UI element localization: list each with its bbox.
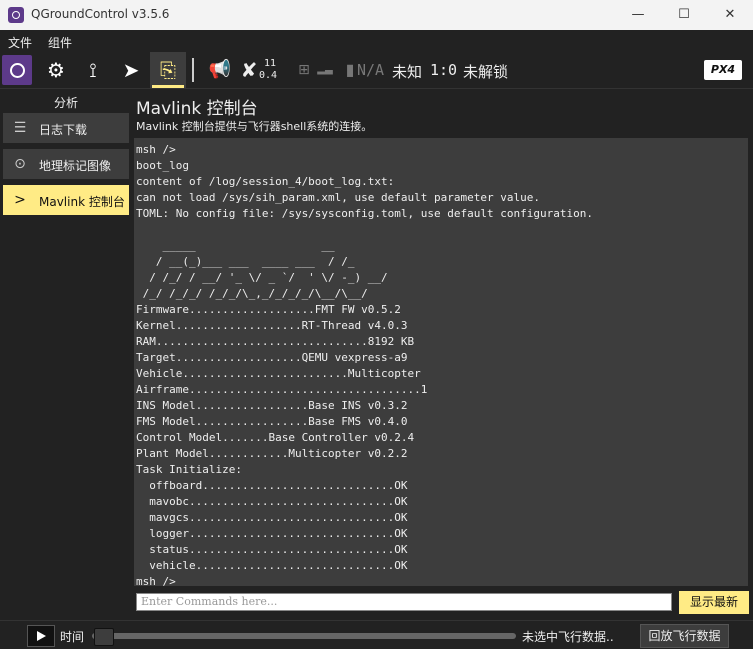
main-toolbar: ⚙ ⟟ ➤ ⎘ 📢 ✘ 11 0.4 ⊞ ▂▃ ▮ N/A 未知 1:0 未解锁… bbox=[0, 52, 753, 89]
px4-logo: PX4 bbox=[704, 60, 742, 80]
console-line: msh /> bbox=[136, 143, 176, 156]
sidebar-item-mavlink-console[interactable]: > Mavlink 控制台 bbox=[3, 185, 129, 215]
sidebar-item-label: 日志下载 bbox=[39, 123, 88, 137]
arm-state[interactable]: 未解锁 bbox=[463, 61, 508, 82]
analyze-tool-button[interactable]: ⎘ bbox=[150, 52, 186, 88]
console-line: Target...................QEMU vexpress-a… bbox=[136, 351, 408, 364]
console-line: mavgcs...............................OK bbox=[136, 511, 408, 524]
window-title: QGroundControl v3.5.6 bbox=[31, 7, 170, 21]
console-line: logger...............................OK bbox=[136, 527, 408, 540]
gps-satellite-count: 11 bbox=[264, 58, 277, 69]
analyze-document-icon: ⎘ bbox=[160, 58, 176, 82]
command-input[interactable]: Enter Commands here... bbox=[136, 593, 672, 611]
console-line: Airframe................................… bbox=[136, 383, 428, 396]
messages-megaphone-icon[interactable]: 📢 bbox=[206, 56, 234, 84]
vehicle-setup-gear-icon[interactable]: ⚙ bbox=[42, 56, 70, 84]
window-titlebar: QGroundControl v3.5.6 — ☐ ✕ bbox=[0, 0, 753, 30]
plan-route-icon[interactable]: ⟟ bbox=[79, 56, 107, 84]
menu-widgets[interactable]: 组件 bbox=[48, 34, 72, 51]
console-line: Kernel...................RT-Thread v4.0.… bbox=[136, 319, 408, 332]
battery-value: N/A bbox=[357, 61, 385, 79]
selected-indicator bbox=[152, 85, 184, 88]
console-line: can not load /sys/sih_param.xml, use def… bbox=[136, 191, 540, 204]
console-line: Vehicle.........................Multicop… bbox=[136, 367, 421, 380]
analyze-sidebar: 分析 ☰ 日志下载 ⊙ 地理标记图像 > Mavlink 控制台 bbox=[0, 89, 132, 618]
console-line: / __(_)___ ___ ____ ___ / /_ bbox=[136, 255, 355, 268]
vehicle-id: 1:0 bbox=[430, 61, 458, 79]
console-line: TOML: No config file: /sys/sysconfig.tom… bbox=[136, 207, 593, 220]
console-line: INS Model.................Base INS v0.3.… bbox=[136, 399, 408, 412]
menu-file[interactable]: 文件 bbox=[8, 34, 32, 51]
sidebar-item-geotag-images[interactable]: ⊙ 地理标记图像 bbox=[3, 149, 129, 179]
replay-flight-data-button[interactable]: 回放飞行数据 bbox=[640, 624, 729, 648]
console-line: / /_/ / __/ '_ \/ _ `/ ' \/ -_) __/ bbox=[136, 271, 388, 284]
console-line: msh /> bbox=[136, 575, 176, 586]
menu-bar: 文件 组件 bbox=[0, 30, 753, 52]
console-line: vehicle..............................OK bbox=[136, 559, 408, 572]
bottom-playback-bar: 时间 未选中飞行数据.. 回放飞行数据 bbox=[0, 620, 753, 649]
console-line: offboard.............................OK bbox=[136, 479, 408, 492]
sidebar-item-label: 地理标记图像 bbox=[39, 159, 112, 173]
console-line: mavobc...............................OK bbox=[136, 495, 408, 508]
rc-signal-icon: ▂▃ bbox=[317, 64, 333, 75]
flight-mode[interactable]: 未知 bbox=[392, 61, 422, 82]
maximize-button[interactable]: ☐ bbox=[661, 0, 707, 30]
console-line: boot_log bbox=[136, 159, 189, 172]
playback-slider-track[interactable] bbox=[92, 633, 516, 639]
page-title: Mavlink 控制台 bbox=[136, 99, 258, 119]
fly-paper-plane-icon[interactable]: ➤ bbox=[117, 56, 145, 84]
console-line: content of /log/session_4/boot_log.txt: bbox=[136, 175, 395, 188]
console-line: Control Model.......Base Controller v0.2… bbox=[136, 431, 415, 444]
qgc-home-icon[interactable] bbox=[2, 55, 32, 85]
console-output[interactable]: msh /> boot_logcontent of /log/session_4/… bbox=[134, 138, 748, 586]
chevron-right-icon: > bbox=[14, 192, 26, 208]
console-line: /_/ /_/_/ /_/_/\_,_/_/_/_/\__/\__/ bbox=[136, 287, 368, 300]
console-line: Plant Model............Multicopter v0.2.… bbox=[136, 447, 408, 460]
qgc-app-icon bbox=[8, 7, 24, 23]
list-icon: ☰ bbox=[13, 120, 27, 136]
close-button[interactable]: ✕ bbox=[707, 0, 753, 30]
sidebar-item-label: Mavlink 控制台 bbox=[39, 195, 125, 209]
console-line: RAM................................8192 … bbox=[136, 335, 415, 348]
flight-data-status: 未选中飞行数据.. bbox=[522, 630, 614, 644]
sidebar-item-log-download[interactable]: ☰ 日志下载 bbox=[3, 113, 129, 143]
map-pin-icon: ⊙ bbox=[14, 156, 26, 172]
playback-slider-handle[interactable] bbox=[94, 628, 114, 646]
console-line: Firmware...................FMT FW v0.5.2 bbox=[136, 303, 401, 316]
page-description: Mavlink 控制台提供与飞行器shell系统的连接。 bbox=[136, 120, 373, 133]
console-line: FMS Model.................Base FMS v0.4.… bbox=[136, 415, 408, 428]
console-line: status...............................OK bbox=[136, 543, 408, 556]
sidebar-title: 分析 bbox=[53, 96, 78, 110]
play-button[interactable] bbox=[27, 625, 55, 647]
gps-hdop: 0.4 bbox=[259, 70, 278, 81]
minimize-button[interactable]: — bbox=[615, 0, 661, 30]
console-line: _____ __ bbox=[136, 239, 335, 252]
show-latest-button[interactable]: 显示最新 bbox=[679, 591, 749, 614]
time-label: 时间 bbox=[60, 630, 85, 644]
console-line: Task Initialize: bbox=[136, 463, 242, 476]
toolbar-separator bbox=[192, 58, 194, 82]
